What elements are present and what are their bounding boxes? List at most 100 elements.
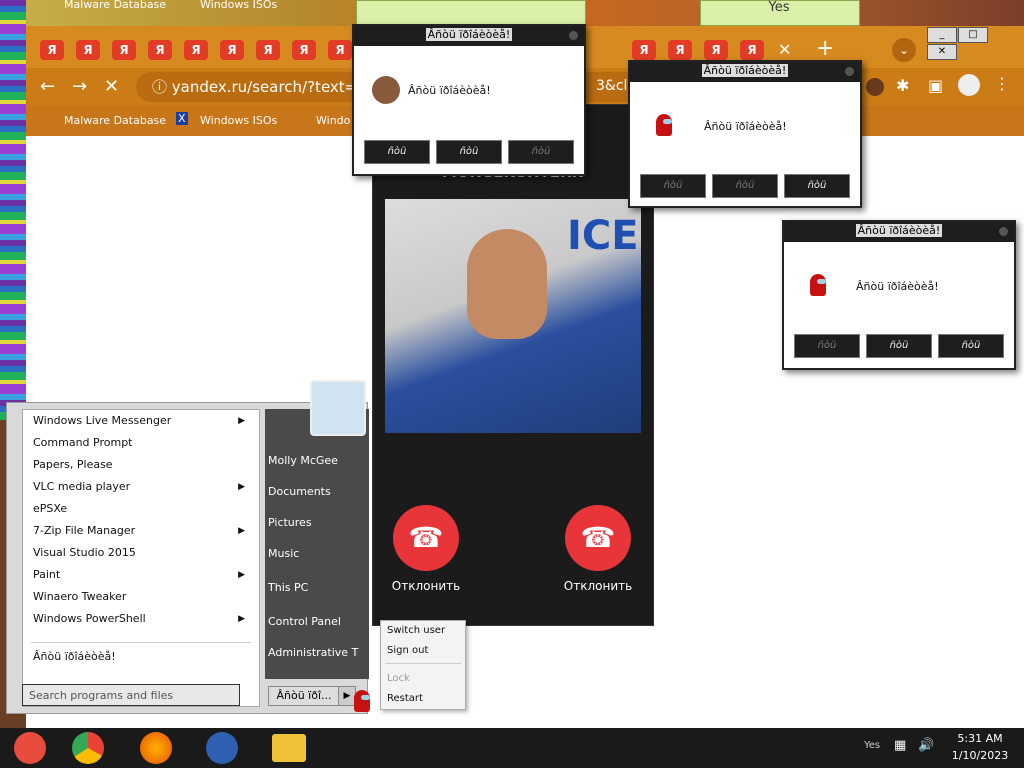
yandex-tab[interactable]: Я (668, 40, 692, 60)
yandex-tab[interactable]: Я (220, 40, 244, 60)
places-item[interactable]: Molly McGee (268, 454, 338, 467)
shutdown-button[interactable]: Âñòü ïðî... (268, 686, 340, 706)
yandex-tab[interactable]: Я (112, 40, 136, 60)
popup-button[interactable]: ñòü ïðîáèòèå (436, 140, 502, 164)
back-icon[interactable]: ← (40, 76, 55, 97)
photo-text: ICE (567, 213, 639, 259)
start-item[interactable]: Visual Studio 2015 (33, 542, 253, 564)
chrome-icon[interactable] (72, 732, 104, 764)
sidebar-icon[interactable]: ▣ (928, 76, 943, 95)
chevron-right-icon: ▶ (238, 526, 245, 536)
popup-button[interactable]: ñòü ïðîáèòèå (508, 140, 574, 164)
extensions-icon[interactable]: ✱ (896, 76, 909, 95)
yandex-tab[interactable]: Я (40, 40, 64, 60)
url-text: yandex.ru/search/?text=Ta (171, 78, 374, 96)
power-item-restart[interactable]: Restart (387, 693, 423, 704)
popup-button[interactable]: ñòü ïðîáèòèå (364, 140, 430, 164)
bookmark-item[interactable]: Windo (316, 114, 350, 127)
clock[interactable]: 5:31 AM 1/10/2023 (948, 732, 1012, 762)
power-item-sign-out[interactable]: Sign out (387, 645, 428, 656)
stop-icon[interactable]: ✕ (104, 76, 119, 97)
folder-icon[interactable] (272, 734, 306, 762)
start-menu-programs: Windows Live Messenger ▶ Command Prompt P… (22, 409, 260, 707)
popup-button[interactable]: ñòü ïðîáèòèå (794, 334, 860, 358)
decline-label-1: Отклонить (391, 579, 461, 593)
face-icon (372, 76, 400, 104)
profile-face-icon[interactable] (866, 78, 884, 96)
popup-dialog-1: Âñòü ïðîáèòèå! Âñòü ïðîáèòèå! ñòü ïðîáèò… (352, 24, 586, 176)
start-item[interactable]: 7-Zip File Manager ▶ (33, 520, 253, 542)
bookmark-item[interactable]: Malware Database (64, 114, 166, 127)
popup-dialog-2: Âñòü ïðîáèòèå! Âñòü ïðîáèòèå! ñòü ïðîáèò… (628, 60, 862, 208)
places-item[interactable]: Documents (268, 485, 331, 498)
start-item[interactable]: Winaero Tweaker (33, 586, 253, 608)
places-item[interactable]: Music (268, 547, 299, 560)
crewmate-icon (656, 114, 672, 136)
forward-icon[interactable]: → (72, 76, 87, 97)
maximize-button[interactable]: □ (958, 27, 988, 43)
start-item[interactable]: Windows Live Messenger ▶ (33, 410, 253, 432)
places-item[interactable]: Control Panel (268, 615, 341, 628)
app-icon[interactable] (206, 732, 238, 764)
yandex-tab[interactable]: Я (256, 40, 280, 60)
close-icon[interactable] (569, 31, 578, 40)
network-icon[interactable]: ▦ (894, 738, 906, 753)
bookmark-windows-isos[interactable]: Windows ISOs (200, 0, 277, 11)
places-item[interactable]: Pictures (268, 516, 312, 529)
popup-message: Âñòü ïðîáèòèå! (408, 84, 491, 97)
places-item[interactable]: This PC (268, 581, 308, 594)
start-item[interactable]: Papers, Please (33, 454, 253, 476)
yandex-tab[interactable]: Я (148, 40, 172, 60)
close-button[interactable]: ✕ (927, 44, 957, 60)
start-search-input[interactable]: Search programs and files (22, 684, 240, 706)
start-item[interactable]: ePSXe (33, 498, 253, 520)
start-item[interactable]: Windows PowerShell ▶ (33, 608, 253, 630)
start-item[interactable]: VLC media player ▶ (33, 476, 253, 498)
start-menu-places (265, 409, 369, 679)
new-tab-button[interactable]: + (816, 36, 834, 61)
yandex-tab[interactable]: Я (704, 40, 728, 60)
user-avatar[interactable] (310, 380, 366, 436)
close-icon[interactable] (999, 227, 1008, 236)
account-icon[interactable] (958, 74, 980, 96)
power-item-lock: Lock (387, 673, 410, 684)
decline-button-2[interactable]: ☎ (565, 505, 631, 571)
yandex-tab[interactable]: Я (76, 40, 100, 60)
close-tab-icon[interactable]: ✕ (778, 40, 791, 59)
minimize-button[interactable]: _ (927, 27, 957, 43)
menu-icon[interactable]: ⋮ (994, 74, 1010, 93)
yandex-tab[interactable]: Я (184, 40, 208, 60)
caller-photo: ICE (385, 199, 641, 433)
popup-button[interactable]: ñòü ïðîáèòèå (784, 174, 850, 198)
window-controls: _ □✕ (926, 26, 1018, 60)
close-icon[interactable] (845, 67, 854, 76)
all-programs[interactable]: Âñòü ïðîáèòèå! (33, 646, 253, 668)
decline-button-1[interactable]: ☎ (393, 505, 459, 571)
popup-button[interactable]: ñòü ïðîáèòèå (866, 334, 932, 358)
firefox-icon[interactable] (140, 732, 172, 764)
yandex-tab[interactable]: Я (328, 40, 352, 60)
volume-icon[interactable]: 🔊 (918, 738, 934, 753)
yes-panel (356, 0, 586, 26)
popup-button[interactable]: ñòü ïðîáèòèå (938, 334, 1004, 358)
popup-button[interactable]: ñòü ïðîáèòèå (712, 174, 778, 198)
bookmark-malware-database[interactable]: Malware Database (64, 0, 166, 11)
start-button[interactable] (14, 732, 46, 764)
yandex-tab[interactable]: Я (740, 40, 764, 60)
places-item[interactable]: Administrative T (268, 646, 358, 659)
caller-face (467, 229, 547, 339)
yes-label: Yes (768, 0, 790, 15)
bookmark-item[interactable]: Windows ISOs (200, 114, 277, 127)
power-item-switch-user[interactable]: Switch user (387, 625, 445, 636)
start-item[interactable]: Paint ▶ (33, 564, 253, 586)
chevron-down-icon[interactable]: ⌄ (892, 38, 916, 62)
x-icon: X (176, 112, 188, 125)
popup-title: Âñòü ïðîáèòèå! (425, 28, 513, 41)
popup-button[interactable]: ñòü ïðîáèòèå (640, 174, 706, 198)
popup-title: Âñòü ïðîáèòèå! (701, 64, 789, 77)
yandex-tab[interactable]: Я (292, 40, 316, 60)
start-item[interactable]: Command Prompt (33, 432, 253, 454)
yandex-tab[interactable]: Я (632, 40, 656, 60)
incoming-call-window: MORGENSHTERN ICE ☎ Отклонить ☎ Отклонить (372, 104, 654, 626)
crewmate-icon (810, 274, 826, 296)
